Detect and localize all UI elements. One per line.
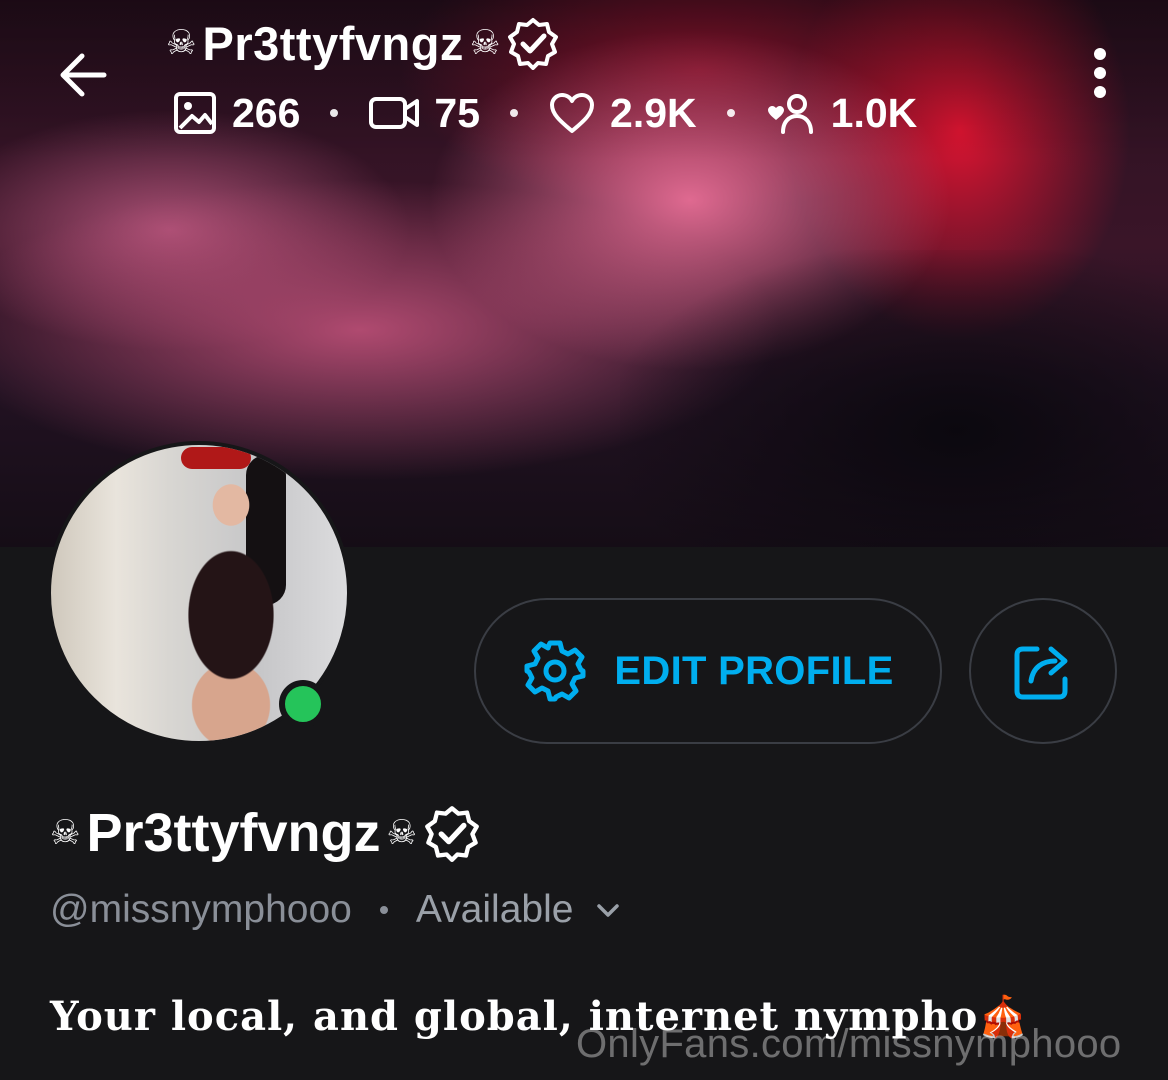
availability-status[interactable]: Available	[416, 888, 624, 932]
skull-decoration: ☠	[469, 24, 501, 62]
display-name: Pr3ttyfvngz	[86, 803, 381, 863]
fans-count: 1.0K	[830, 89, 918, 136]
skull-decoration: ☠	[166, 24, 197, 62]
stats-bar: 266 75 2.9K 1.0K	[172, 86, 917, 140]
video-icon	[369, 97, 420, 129]
verified-icon	[508, 18, 559, 70]
back-button[interactable]	[52, 44, 114, 106]
videos-count: 75	[434, 89, 481, 136]
fans-icon	[767, 94, 813, 134]
more-options-button[interactable]	[1080, 44, 1120, 106]
username-handle: @missnymphooo	[50, 888, 352, 931]
edit-profile-label: EDIT PROFILE	[614, 648, 894, 693]
watermark: OnlyFans.com/missnymphooo	[576, 1022, 1122, 1066]
likes-count: 2.9K	[610, 89, 697, 136]
more-vert-icon	[1094, 48, 1106, 98]
edit-profile-button[interactable]: EDIT PROFILE	[474, 598, 942, 744]
availability-label: Available	[415, 888, 574, 931]
chevron-down-icon	[597, 904, 620, 917]
share-icon	[1014, 646, 1068, 700]
stat-likes[interactable]: 2.9K	[548, 90, 697, 137]
skull-decoration: ☠	[386, 814, 418, 852]
image-icon	[174, 92, 216, 134]
header-name: Pr3ttyfvngz	[202, 16, 464, 70]
photos-count: 266	[232, 89, 301, 136]
profile-meta: @missnymphooo Available	[50, 884, 623, 936]
header-title: ☠ Pr3ttyfvngz ☠	[166, 12, 560, 74]
stat-fans[interactable]: 1.0K	[765, 89, 918, 137]
stat-videos[interactable]: 75	[368, 90, 480, 137]
back-arrow-icon	[60, 53, 107, 97]
gear-icon	[524, 640, 586, 702]
profile-name: ☠ Pr3ttyfvngz ☠	[50, 800, 481, 866]
verified-icon	[425, 806, 479, 862]
stat-photos[interactable]: 266	[172, 90, 300, 137]
heart-icon	[550, 93, 595, 133]
skull-decoration: ☠	[50, 814, 81, 852]
share-button[interactable]	[969, 598, 1117, 744]
online-status-dot	[279, 680, 327, 728]
